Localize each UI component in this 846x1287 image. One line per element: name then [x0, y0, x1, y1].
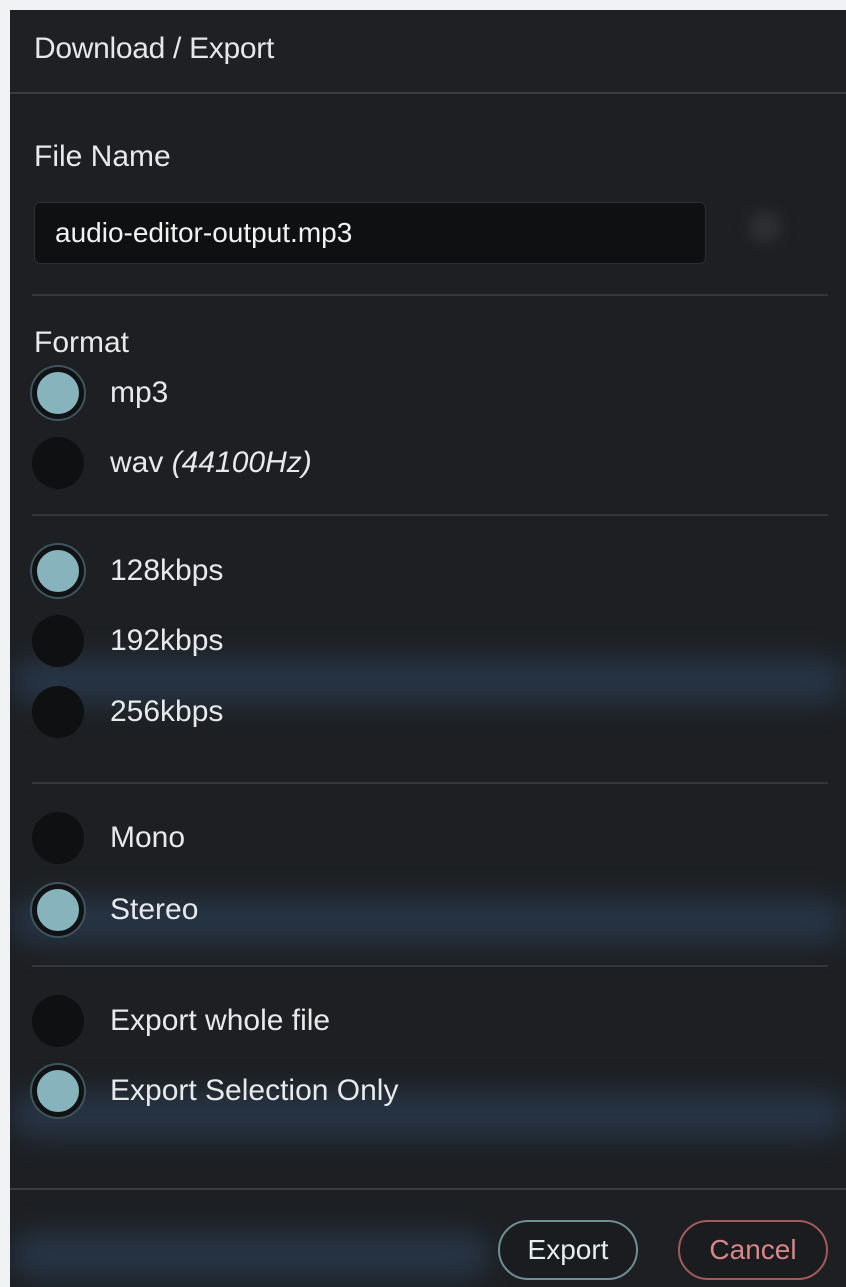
radio-button[interactable] — [32, 437, 84, 489]
format-option-mp3[interactable]: mp3 — [32, 365, 168, 421]
range-option-label: Export whole file — [110, 1004, 331, 1037]
radio-button[interactable] — [32, 367, 84, 419]
radio-button[interactable] — [32, 545, 84, 597]
divider — [32, 294, 828, 296]
bitrate-option-192[interactable]: 192kbps — [32, 613, 223, 669]
channel-option-label: Mono — [110, 821, 186, 854]
bitrate-option-128[interactable]: 128kbps — [32, 543, 223, 599]
radio-button[interactable] — [32, 686, 84, 738]
bitrate-option-label: 256kbps — [110, 695, 224, 728]
background-blur-dot — [748, 210, 782, 244]
dialog-title: Download / Export — [34, 32, 275, 65]
bitrate-option-label: 128kbps — [110, 554, 224, 587]
format-option-label: wav (44100Hz) — [110, 446, 312, 479]
channel-option-mono[interactable]: Mono — [32, 810, 185, 866]
channel-option-label: Stereo — [110, 893, 199, 926]
channel-option-stereo[interactable]: Stereo — [32, 882, 198, 938]
dialog-titlebar: Download / Export — [10, 10, 846, 94]
dialog-footer: Export Cancel — [10, 1188, 846, 1287]
range-option-whole-file[interactable]: Export whole file — [32, 993, 330, 1049]
format-option-label: mp3 — [110, 376, 169, 409]
bitrate-option-label: 192kbps — [110, 624, 224, 657]
format-option-wav[interactable]: wav (44100Hz) — [32, 435, 312, 491]
export-button[interactable]: Export — [498, 1220, 638, 1280]
file-name-input[interactable] — [34, 202, 706, 264]
format-label: Format — [34, 326, 130, 359]
radio-button[interactable] — [32, 884, 84, 936]
range-option-label: Export Selection Only — [110, 1074, 399, 1107]
cancel-button[interactable]: Cancel — [678, 1220, 828, 1280]
radio-button[interactable] — [32, 1065, 84, 1117]
range-option-selection-only[interactable]: Export Selection Only — [32, 1063, 398, 1119]
radio-button[interactable] — [32, 812, 84, 864]
radio-button[interactable] — [32, 995, 84, 1047]
file-name-label: File Name — [34, 140, 171, 173]
divider — [32, 514, 828, 516]
export-dialog: Download / Export File Name Format mp3 w… — [10, 10, 846, 1287]
sample-rate-note: (44100Hz) — [171, 446, 312, 479]
divider — [32, 965, 828, 967]
radio-button[interactable] — [32, 615, 84, 667]
divider — [32, 782, 828, 784]
bitrate-option-256[interactable]: 256kbps — [32, 684, 223, 740]
